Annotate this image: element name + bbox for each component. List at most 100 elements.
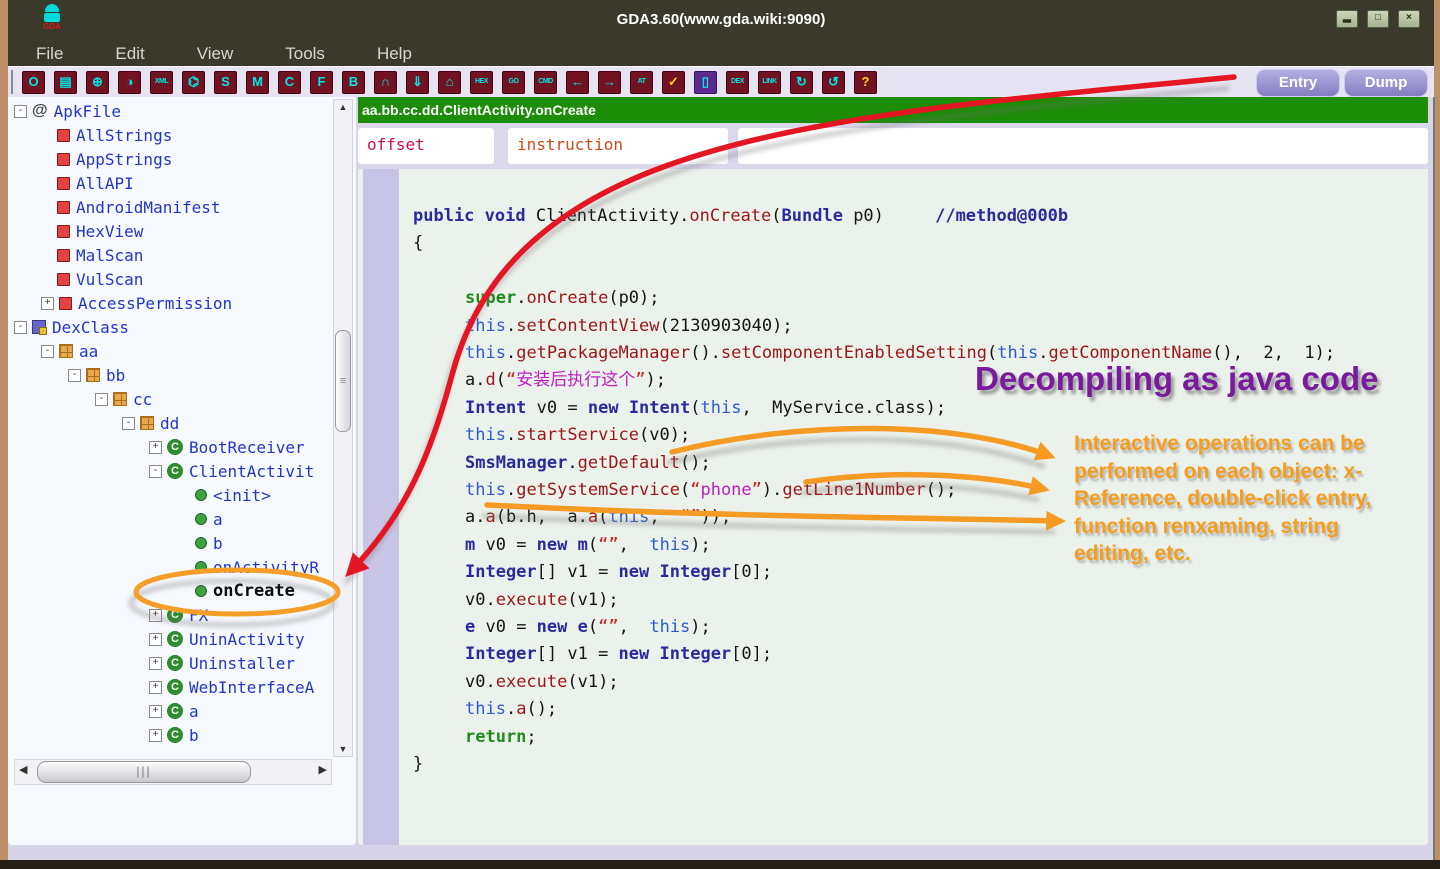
tree-item-androidmanifest[interactable]: AndroidManifest [8,195,336,219]
tree-item-bootreceiver[interactable]: +CBootReceiver [8,435,336,459]
tree-item-fx[interactable]: +CFX [8,603,336,627]
code-line[interactable]: this.a(); [413,696,1335,723]
code-line[interactable]: Intent v0 = new Intent(this, MyService.c… [413,395,1335,422]
tree-item-a[interactable]: a [8,507,336,531]
menu-edit[interactable]: Edit [115,41,144,66]
tree-item-accesspermission[interactable]: +AccessPermission [8,291,336,315]
link-icon[interactable]: LINK [758,71,781,94]
expand-icon[interactable]: + [149,633,162,646]
tree-item-dexclass[interactable]: -DexClass [8,315,336,339]
classes-icon[interactable]: C [278,71,301,94]
tree-item-clientactivit[interactable]: -CClientActivit [8,459,336,483]
tree-item-vulscan[interactable]: VulScan [8,267,336,291]
tree-item-dd[interactable]: -dd [8,411,336,435]
tree-item-bb[interactable]: -bb [8,363,336,387]
tree-item-webinterfacea[interactable]: +CWebInterfaceA [8,675,336,699]
fields-icon[interactable]: F [310,71,333,94]
code-line[interactable]: v0.execute(v1); [413,669,1335,696]
maximize-button[interactable]: □ [1367,10,1389,28]
menu-file[interactable]: File [36,41,63,66]
close-button[interactable]: × [1398,10,1420,28]
tree-item-hexview[interactable]: HexView [8,219,336,243]
help-icon[interactable]: ? [854,71,877,94]
expand-icon[interactable]: + [149,729,162,742]
collapse-icon[interactable]: - [122,417,135,430]
collapse-icon[interactable]: - [14,321,27,334]
tree-vertical-scrollbar[interactable]: ▲ ≡ ▼ [333,99,353,757]
code-line[interactable]: v0.execute(v1); [413,587,1335,614]
expand-icon[interactable]: + [149,609,162,622]
open-file-icon[interactable]: O [22,71,45,94]
scroll-down-icon[interactable]: ▼ [334,744,352,754]
menu-help[interactable]: Help [377,41,412,66]
search-icon[interactable]: ⊕ [86,71,109,94]
tree-item-allstrings[interactable]: AllStrings [8,123,336,147]
tree-item-a[interactable]: +Ca [8,699,336,723]
forward-icon[interactable]: → [598,71,621,94]
save-icon[interactable]: ▤ [54,71,77,94]
tree-item-onactivityr[interactable]: onActivityR [8,555,336,579]
horizontal-scroll-thumb[interactable]: ||| [37,761,251,783]
scroll-left-icon[interactable]: ◀ [19,763,27,776]
at-icon[interactable]: AT [630,71,653,94]
code-line[interactable]: return; [413,724,1335,751]
collapse-icon[interactable]: - [14,105,27,118]
undo-icon[interactable]: ↺ [822,71,845,94]
menu-view[interactable]: View [197,41,234,66]
scroll-right-icon[interactable]: ▶ [319,763,327,776]
back-icon[interactable]: ← [566,71,589,94]
tree-item-allapi[interactable]: AllAPI [8,171,336,195]
dex-icon[interactable]: DEX [726,71,749,94]
export-down-icon[interactable]: ⇓ [406,71,429,94]
collapse-icon[interactable]: - [149,465,162,478]
dump-button[interactable]: Dump [1344,69,1428,97]
tree-item-uninactivity[interactable]: +CUninActivity [8,627,336,651]
report-icon[interactable]: ▯ [694,71,717,94]
tree-item-uninstaller[interactable]: +CUninstaller [8,651,336,675]
entries-icon[interactable]: ∩ [374,71,397,94]
filter-box[interactable] [738,128,1428,164]
strings-icon[interactable]: S [214,71,237,94]
tree-item-init[interactable]: <init> [8,483,336,507]
collapse-icon[interactable]: - [95,393,108,406]
tree-item-cc[interactable]: -cc [8,387,336,411]
hex-icon[interactable]: HEX [470,71,493,94]
code-line[interactable]: } [413,751,1335,778]
minimize-button[interactable]: ▂ [1336,10,1358,28]
bookmark-icon[interactable]: ✓ [662,71,685,94]
bytecode-icon[interactable]: B [342,71,365,94]
view-icon[interactable]: ◑ [118,71,141,94]
instruction-column-header[interactable]: instruction [508,128,728,164]
code-line[interactable]: this.setContentView(2130903040); [413,313,1335,340]
home-up-icon[interactable]: ⌂ [438,71,461,94]
scroll-up-icon[interactable]: ▲ [334,102,352,112]
redo-icon[interactable]: ↻ [790,71,813,94]
expand-icon[interactable]: + [149,681,162,694]
menu-tools[interactable]: Tools [285,41,325,66]
tree-item-appstrings[interactable]: AppStrings [8,147,336,171]
tree-item-apkfile[interactable]: -@ApkFile [8,99,336,123]
offset-column-header[interactable]: offset [358,128,494,164]
android-manifest-icon[interactable]: ⌬ [182,71,205,94]
entry-button[interactable]: Entry [1256,69,1340,97]
xml-icon[interactable]: XML [150,71,173,94]
collapse-icon[interactable]: - [68,369,81,382]
tree-horizontal-scrollbar[interactable]: ◀ ||| ▶ [14,759,332,785]
cmd-icon[interactable]: CMD [534,71,557,94]
code-line[interactable]: e v0 = new e(“”, this); [413,614,1335,641]
vertical-scroll-thumb[interactable]: ≡ [335,330,351,432]
code-line[interactable]: Integer[] v1 = new Integer[0]; [413,641,1335,668]
code-line[interactable]: { [413,230,1335,257]
code-line[interactable]: super.onCreate(p0); [413,285,1335,312]
tree-item-aa[interactable]: -aa [8,339,336,363]
code-line[interactable]: public void ClientActivity.onCreate(Bund… [413,203,1335,230]
code-line[interactable] [413,258,1335,285]
expand-icon[interactable]: + [41,297,54,310]
go-icon[interactable]: GO [502,71,525,94]
expand-icon[interactable]: + [149,705,162,718]
expand-icon[interactable]: + [149,657,162,670]
collapse-icon[interactable]: - [41,345,54,358]
tree-item-b[interactable]: +Cb [8,723,336,747]
tree-item-malscan[interactable]: MalScan [8,243,336,267]
expand-icon[interactable]: + [149,441,162,454]
